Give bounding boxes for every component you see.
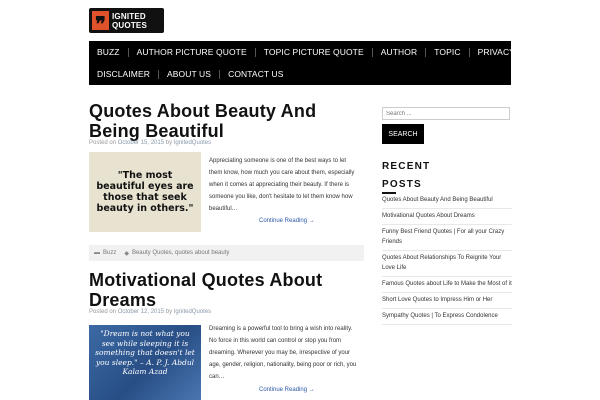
- search-input[interactable]: [382, 107, 510, 120]
- search-button[interactable]: SEARCH: [382, 124, 424, 144]
- post-thumbnail[interactable]: "Dream is not what you see while sleepin…: [89, 325, 201, 400]
- post-excerpt: Appreciating someone is one of the best …: [209, 158, 355, 212]
- nav-item-topic[interactable]: TOPIC: [426, 47, 468, 57]
- nav-item-disclaimer[interactable]: DISCLAIMER: [89, 69, 158, 79]
- continue-reading-link[interactable]: Continue Reading →: [259, 387, 315, 393]
- post-footer: ▬ Buzz ◆ Beauty Quotes, quotes about bea…: [89, 245, 364, 261]
- thumbnail-quote-text: "The most beautiful eyes are those that …: [96, 170, 194, 214]
- post-meta: Posted on October 15, 2015 by IgnitedQuo…: [89, 140, 212, 146]
- recent-post-link[interactable]: Short Love Quotes to Impress Him or Her: [382, 293, 512, 309]
- post-title-link[interactable]: Quotes About Beauty And Being Beautiful: [89, 101, 316, 141]
- recent-post-link[interactable]: Funny Best Friend Quotes | For all your …: [382, 225, 512, 251]
- thumbnail-quote-text: "Dream is not what you see while sleepin…: [95, 329, 195, 376]
- post-excerpt: Dreaming is a powerful tool to bring a w…: [209, 326, 357, 380]
- post-author-link[interactable]: IgnitedQuotes: [174, 309, 211, 315]
- folder-icon: ▬: [94, 250, 100, 256]
- post-date-link[interactable]: October 12, 2015: [118, 309, 164, 315]
- quote-mark-icon: ❞: [92, 11, 109, 34]
- post-title-link[interactable]: Motivational Quotes About Dreams: [89, 270, 322, 310]
- nav-item-contact-us[interactable]: CONTACT US: [220, 69, 291, 79]
- recent-post-link[interactable]: Famous Quotes about Life to Make the Mos…: [382, 277, 512, 293]
- recent-post-link[interactable]: Motivational Quotes About Dreams: [382, 209, 512, 225]
- nav-item-topic-picture-quote[interactable]: TOPIC PICTURE QUOTE: [256, 47, 372, 57]
- logo-text: IGNITED QUOTES: [112, 11, 147, 30]
- nav-item-privacy-policy[interactable]: PRIVACY POLICY: [470, 47, 557, 57]
- main-nav: BUZZ AUTHOR PICTURE QUOTE TOPIC PICTURE …: [89, 41, 549, 85]
- post-thumbnail[interactable]: "The most beautiful eyes are those that …: [89, 152, 201, 232]
- nav-item-buzz[interactable]: BUZZ: [89, 47, 128, 57]
- nav-item-about-us[interactable]: ABOUT US: [159, 69, 219, 79]
- site-logo[interactable]: ❞ IGNITED QUOTES: [89, 8, 164, 34]
- recent-post-link[interactable]: Quotes About Beauty And Being Beautiful: [382, 193, 512, 209]
- nav-item-author-picture-quote[interactable]: AUTHOR PICTURE QUOTE: [129, 47, 255, 57]
- nav-row-1: BUZZ AUTHOR PICTURE QUOTE TOPIC PICTURE …: [89, 41, 557, 63]
- post-date-link[interactable]: October 15, 2015: [118, 140, 164, 146]
- recent-post-link[interactable]: Sympathy Quotes | To Express Condolence: [382, 309, 512, 325]
- recent-posts-heading: RECENT POSTS: [382, 161, 431, 190]
- continue-reading-link[interactable]: Continue Reading →: [259, 218, 315, 224]
- nav-item-author[interactable]: AUTHOR: [373, 47, 426, 57]
- post-category-link[interactable]: Buzz: [103, 250, 116, 256]
- recent-post-link[interactable]: Quotes About Relationships To Reignite Y…: [382, 251, 512, 277]
- post-author-link[interactable]: IgnitedQuotes: [174, 140, 211, 146]
- post-tags-links[interactable]: Beauty Quotes, quotes about beauty: [132, 250, 229, 256]
- post-meta: Posted on October 12, 2015 by IgnitedQuo…: [89, 309, 212, 315]
- recent-posts-list: Quotes About Beauty And Being Beautiful …: [382, 193, 512, 325]
- tag-icon: ◆: [124, 250, 129, 257]
- nav-row-2: DISCLAIMER ABOUT US CONTACT US: [89, 63, 292, 85]
